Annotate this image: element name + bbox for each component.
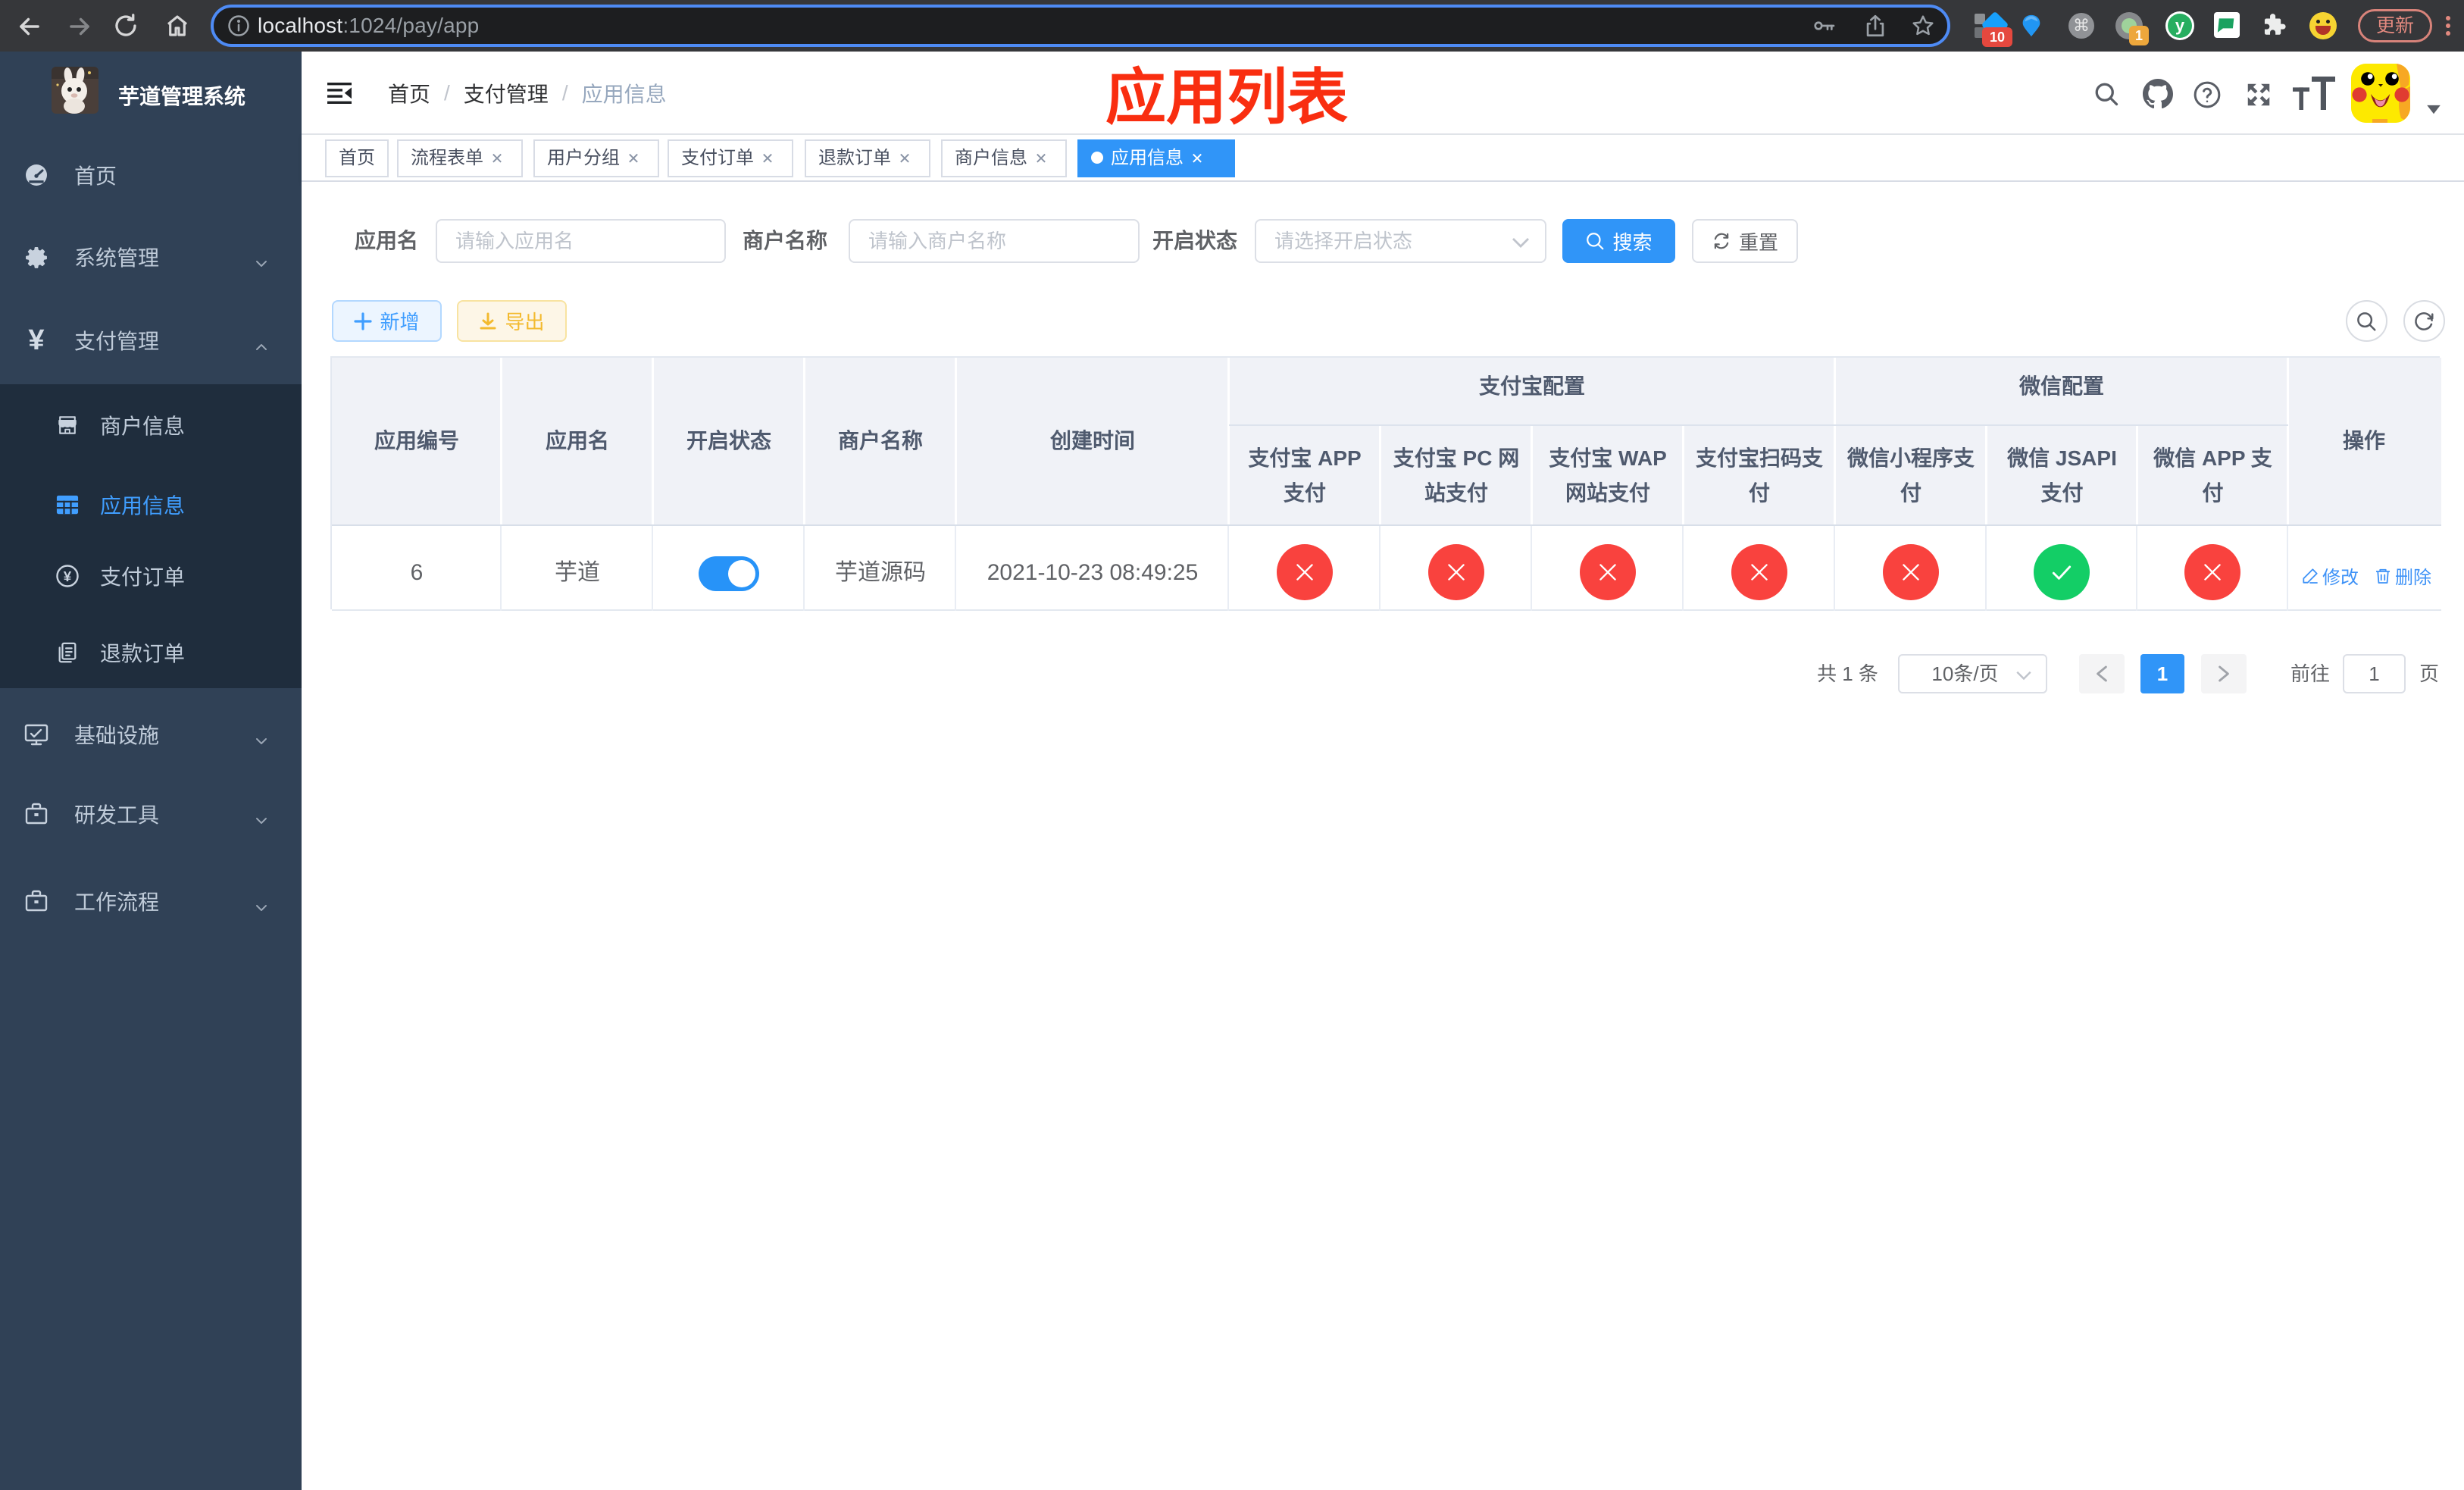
- svg-text:¥: ¥: [64, 568, 72, 584]
